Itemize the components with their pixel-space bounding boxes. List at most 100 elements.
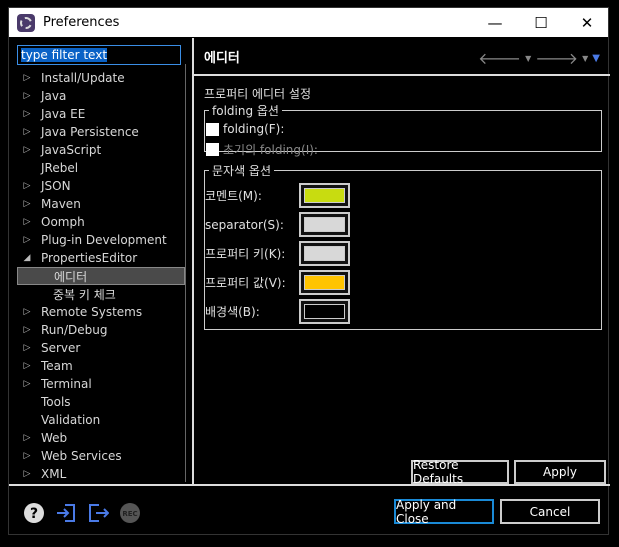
tree-scrollbar[interactable] [185,64,186,482]
close-button[interactable]: ✕ [564,8,610,37]
tree-item[interactable]: ▷ Server [17,339,185,357]
restore-defaults-button[interactable]: Restore Defaults [411,458,509,486]
color-swatch [304,275,345,290]
tree-item[interactable]: ▷ Plug-in Development [17,231,185,249]
collapsed-icon[interactable]: ▷ [17,109,37,119]
svg-text:?: ? [30,506,38,522]
forward-dropdown-icon[interactable]: ▼ [582,54,588,63]
collapsed-icon[interactable]: ▷ [17,145,37,155]
collapsed-icon[interactable]: ▷ [17,343,37,353]
tree-item-label: PropertiesEditor [41,251,138,265]
collapsed-icon[interactable]: ▷ [17,217,37,227]
filter-input[interactable]: type filter text [17,45,181,65]
color-picker-button[interactable] [299,183,350,208]
tree-item[interactable]: ▷ Java [17,87,185,105]
preferences-dialog: Preferences — ☐ ✕ type filter text ▷ Inst… [8,7,610,535]
view-menu-icon[interactable]: ▼ [592,53,600,64]
svg-text:REC: REC [122,510,137,518]
tree-item[interactable]: ▷ Terminal [17,375,185,393]
tree-item[interactable]: ▷ Team [17,357,185,375]
tree-item[interactable]: ▷ Web [17,429,185,447]
color-label: 프로퍼티 키(K): [205,247,286,261]
tree-item-label: Remote Systems [41,305,143,319]
tree-item-label: JavaScript [41,143,102,157]
collapsed-icon[interactable]: ▷ [17,379,37,389]
text-color-group: 문자색 옵션 코멘트(M): separator(S): 프로퍼티 키(K): 프로퍼… [204,162,602,330]
color-swatch [304,188,345,203]
cancel-button[interactable]: Cancel [500,499,600,524]
collapsed-icon[interactable]: ▷ [17,73,37,83]
color-row: 프로퍼티 값(V): [205,268,601,297]
tree-item[interactable]: ▷ Oomph [17,213,185,231]
tree-item[interactable]: 중복 키 체크 [17,285,185,303]
collapsed-icon[interactable]: ▷ [17,235,37,245]
page-description: 프로퍼티 에디터 설정 [204,87,311,101]
collapsed-icon[interactable]: ▷ [17,361,37,371]
back-dropdown-icon[interactable]: ▼ [525,54,531,63]
tree-item[interactable]: ◢ PropertiesEditor [17,249,185,267]
collapsed-icon[interactable]: ▷ [17,451,37,461]
collapsed-icon[interactable]: ▷ [17,127,37,137]
tree-item-label: Java EE [41,107,86,121]
color-row: separator(S): [205,210,601,239]
tree-item-label: JSON [41,179,71,193]
color-picker-button[interactable] [299,241,350,266]
tree-item[interactable]: ▷ Maven [17,195,185,213]
color-label: separator(S): [205,217,284,232]
color-picker-button[interactable] [299,299,350,324]
tree-item[interactable]: ▷ XML [17,465,185,483]
checkbox-box[interactable] [206,122,219,136]
tree-item[interactable]: Tools [17,393,185,411]
collapsed-icon[interactable]: ▷ [17,325,37,335]
tree-item[interactable]: JRebel [17,159,185,177]
tree-item[interactable]: ▷ Install/Update [17,69,185,87]
collapsed-icon[interactable]: ▷ [17,433,37,443]
tree-item[interactable]: ▷ JavaScript [17,141,185,159]
tree-item[interactable]: ▷ JSON [17,177,185,195]
collapsed-icon[interactable]: ▷ [17,91,37,101]
apply-and-close-button[interactable]: Apply and Close [394,498,494,526]
color-picker-button[interactable] [299,270,350,295]
tree-item[interactable]: ▷ Web Services [17,447,185,465]
tree-item[interactable]: 에디터 [17,267,185,285]
collapsed-icon[interactable]: ▷ [17,181,37,191]
maximize-button[interactable]: ☐ [518,8,564,37]
footer-icons: ? REC [23,502,141,524]
forward-arrow-icon[interactable]: 🡒 [535,48,578,68]
collapsed-icon[interactable]: ▷ [17,307,37,317]
minimize-button[interactable]: — [472,8,518,37]
import-icon[interactable] [55,502,77,524]
collapsed-icon[interactable]: ▷ [17,199,37,209]
color-row: 배경색(B): [205,297,601,326]
tree-item[interactable]: ▷ Remote Systems [17,303,185,321]
back-arrow-icon[interactable]: 🡐 [478,48,521,68]
color-row: 코멘트(M): [205,181,601,210]
tree-item[interactable]: Validation [17,411,185,429]
colors-legend: 문자색 옵션 [212,164,272,178]
folding-legend: folding 옵션 [212,104,279,118]
tree-item[interactable]: ▷ Java Persistence [17,123,185,141]
color-picker-button[interactable] [299,212,350,237]
help-icon[interactable]: ? [23,502,45,524]
tree-item-label: Terminal [41,377,92,391]
color-swatch [304,217,345,232]
color-swatch [304,304,345,319]
tree-item-label: Oomph [41,215,85,229]
tree-item[interactable]: ▷ Java EE [17,105,185,123]
tree-item-label: Install/Update [41,71,125,85]
tree-item-label: JRebel [41,161,79,175]
preference-tree: ▷ Install/Update ▷ Java ▷ Java EE ▷ Java Persis… [17,69,185,487]
color-label: 배경색(B): [205,305,260,319]
apply-button[interactable]: Apply [514,460,606,484]
expanded-icon[interactable]: ◢ [17,253,37,263]
initial-folding-checkbox: 초기의 folding(I): [205,139,601,159]
folding-checkbox[interactable]: folding(F): [205,119,601,139]
export-icon[interactable] [87,502,109,524]
footer-divider [9,484,610,486]
collapsed-icon[interactable]: ▷ [17,469,37,479]
page-nav: 🡐 ▼ 🡒 ▼ ▼ [478,48,600,68]
tree-item-label: Java Persistence [41,125,139,139]
tree-item[interactable]: ▷ Run/Debug [17,321,185,339]
page-title-text: 에디터 [204,50,240,66]
record-icon[interactable]: REC [119,502,141,524]
